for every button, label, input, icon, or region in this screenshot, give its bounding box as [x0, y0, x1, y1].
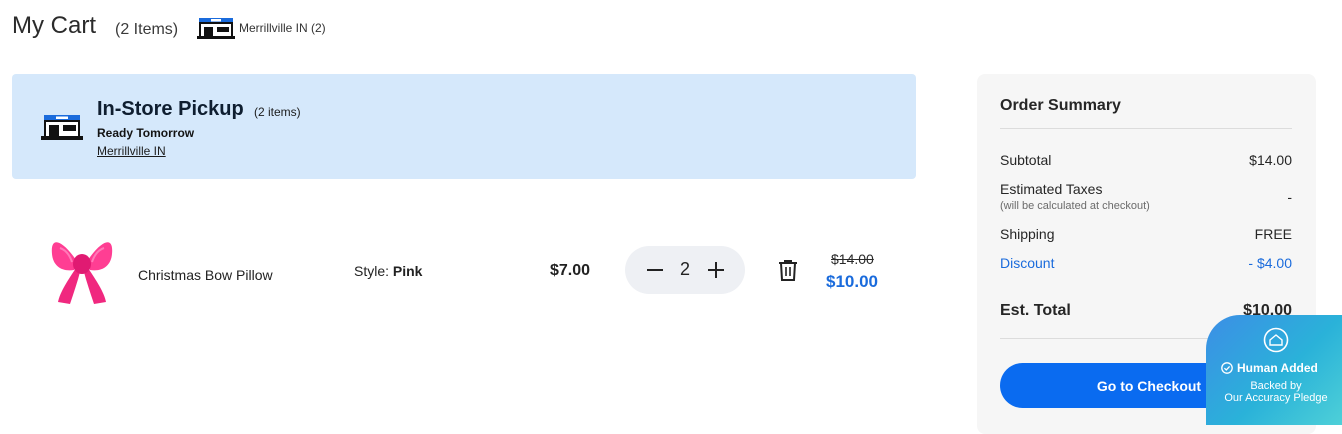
- badge-subtitle-line2: Our Accuracy Pledge: [1224, 392, 1328, 404]
- pickup-banner: In-Store Pickup (2 items) Ready Tomorrow…: [12, 74, 916, 179]
- page-title: My Cart: [12, 12, 96, 39]
- pickup-ready-status: Ready Tomorrow: [97, 126, 195, 140]
- discount-label[interactable]: Discount: [1000, 255, 1054, 271]
- accuracy-pledge-badge[interactable]: Human Added Backed by Our Accuracy Pledg…: [1206, 315, 1342, 425]
- taxes-note: (will be calculated at checkout): [1000, 200, 1150, 212]
- unit-price: $7.00: [550, 262, 591, 279]
- quantity-value[interactable]: 2: [677, 259, 693, 280]
- quantity-stepper: 2: [625, 246, 745, 294]
- subtotal-value: $14.00: [1249, 152, 1292, 168]
- badge-subtitle-line1: Backed by: [1250, 380, 1302, 392]
- trash-icon[interactable]: [777, 258, 799, 282]
- original-price: $14.00: [831, 251, 874, 267]
- home-badge-icon: [1263, 327, 1289, 353]
- store-location-label[interactable]: Merrillville IN (2): [239, 21, 326, 35]
- est-total-label: Est. Total: [1000, 302, 1071, 319]
- check-circle-icon: [1221, 362, 1233, 374]
- product-image[interactable]: [46, 232, 118, 308]
- product-style: Style: Pink: [354, 263, 422, 279]
- store-icon: [41, 115, 83, 140]
- shipping-value: FREE: [1254, 226, 1292, 242]
- taxes-value: -: [1287, 189, 1292, 205]
- pickup-title: In-Store Pickup: [97, 98, 244, 120]
- sale-price: $10.00: [826, 272, 878, 291]
- pickup-location-link[interactable]: Merrillville IN: [97, 144, 166, 158]
- plus-icon[interactable]: [704, 258, 728, 282]
- style-label: Style:: [354, 263, 390, 279]
- taxes-label: Estimated Taxes: [1000, 181, 1103, 197]
- cart-item-count: (2 Items): [115, 21, 179, 38]
- pickup-item-count: (2 items): [254, 105, 301, 119]
- store-icon: [197, 18, 235, 39]
- subtotal-label: Subtotal: [1000, 152, 1052, 168]
- shipping-label: Shipping: [1000, 226, 1055, 242]
- style-value: Pink: [392, 263, 423, 279]
- divider: [1000, 128, 1292, 129]
- minus-icon[interactable]: [643, 258, 667, 282]
- order-summary-title: Order Summary: [1000, 97, 1121, 114]
- badge-title: Human Added: [1237, 361, 1318, 375]
- discount-value: - $4.00: [1248, 255, 1292, 271]
- product-name[interactable]: Christmas Bow Pillow: [138, 267, 273, 283]
